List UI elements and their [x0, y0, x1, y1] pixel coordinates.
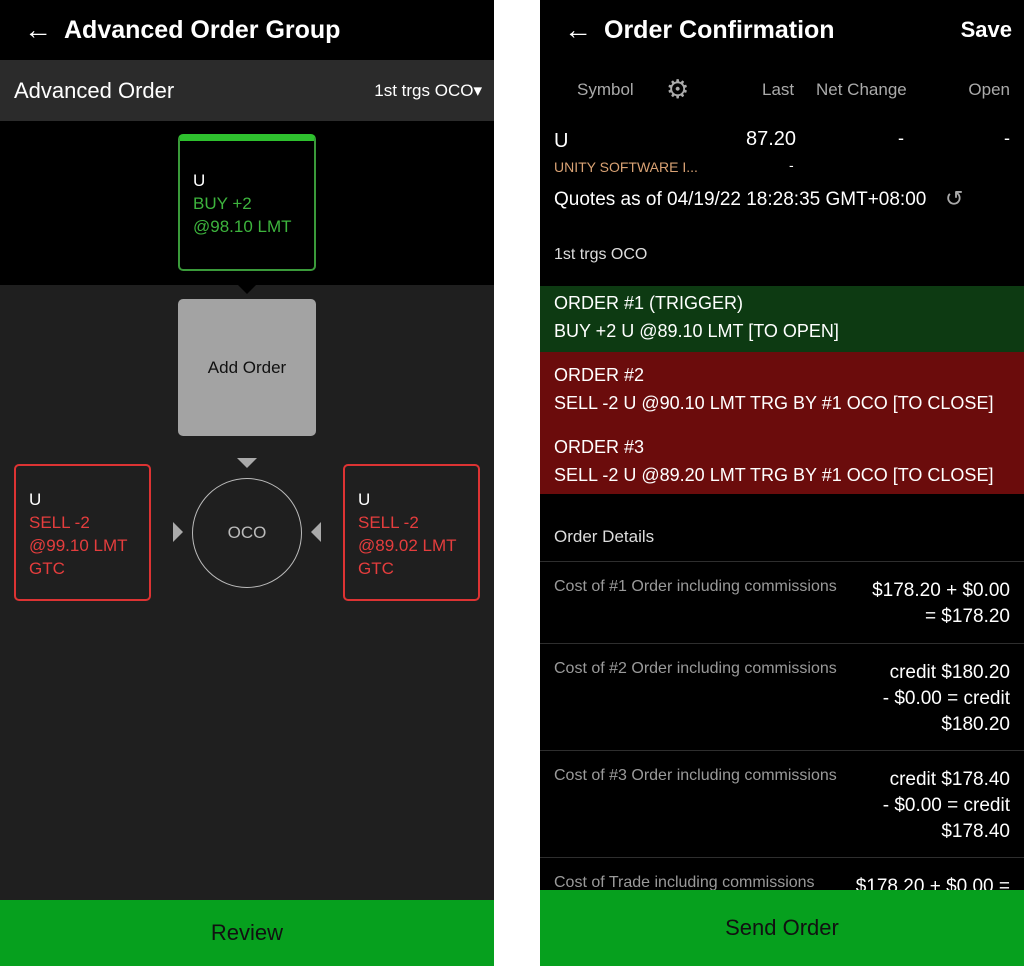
order-desc: SELL -2 U @90.10 LMT TRG BY #1 OCO [TO C…	[554, 393, 994, 413]
oco-order-card-left[interactable]: U SELL -2 @99.10 LMT GTC	[14, 464, 151, 601]
send-order-label: Send Order	[725, 915, 839, 940]
quote-symbol[interactable]: U	[554, 130, 568, 153]
card-tif: GTC	[29, 559, 65, 578]
add-order-button[interactable]: Add Order	[178, 299, 316, 436]
card-symbol: U	[358, 490, 371, 509]
cost-row-2: Cost of #2 Order including commissions c…	[540, 643, 1024, 750]
gear-icon[interactable]: ⚙	[666, 74, 689, 105]
card-action: SELL -2	[29, 513, 90, 532]
oco-circle: OCO	[192, 478, 302, 588]
oco-order-card-right[interactable]: U SELL -2 @89.02 LMT GTC	[343, 464, 480, 601]
cost-row-3: Cost of #3 Order including commissions c…	[540, 750, 1024, 857]
advanced-order-group-screen: ← Advanced Order Group Advanced Order 1s…	[0, 0, 494, 966]
card-symbol: U	[29, 490, 42, 509]
col-net-change: Net Change	[816, 80, 907, 99]
arrow-down-icon	[237, 458, 257, 468]
subheader: Advanced Order 1st trgs OCO▾	[0, 60, 494, 121]
review-label: Review	[210, 920, 284, 945]
order-details-label: Order Details	[554, 527, 655, 546]
pointer-icon	[238, 285, 256, 294]
cost-value: $178.20 + $0.00 = $178.20	[872, 580, 1010, 627]
trigger-order-card[interactable]: U BUY +2 @98.10 LMT	[178, 134, 316, 271]
save-button[interactable]: Save	[961, 17, 1012, 43]
company-name: UNITY SOFTWARE I...	[554, 159, 698, 175]
quote-last-sub: -	[789, 157, 794, 173]
order-type-dropdown[interactable]: 1st trgs OCO▾	[374, 81, 482, 101]
header: ← Advanced Order Group	[0, 0, 494, 60]
card-price: @98.10 LMT	[193, 217, 292, 236]
group-type-label: 1st trgs OCO	[554, 246, 648, 263]
col-open: Open	[968, 80, 1010, 99]
quote-net-change: -	[898, 128, 904, 148]
card-tif: GTC	[358, 559, 394, 578]
add-order-label: Add Order	[207, 357, 287, 377]
order-desc: BUY +2 U @89.10 LMT [TO OPEN]	[554, 321, 839, 341]
cost-value: credit $180.20 - $0.00 = credit $180.20	[882, 662, 1010, 735]
card-action: BUY +2	[193, 194, 252, 213]
order-row-1: ORDER #1 (TRIGGER) BUY +2 U @89.10 LMT […	[540, 286, 1024, 352]
order-row-2: ORDER #2 SELL -2 U @90.10 LMT TRG BY #1 …	[540, 352, 1024, 494]
arrow-right-icon	[173, 522, 183, 542]
caret-down-icon: ▾	[473, 80, 482, 100]
refresh-icon[interactable]: ↺	[945, 186, 963, 212]
col-symbol: Symbol	[577, 80, 634, 99]
quote-open: -	[1004, 128, 1010, 148]
card-price: @99.10 LMT	[29, 536, 128, 555]
back-arrow-icon[interactable]: ←	[24, 14, 64, 46]
arrow-left-icon	[311, 522, 321, 542]
back-arrow-icon[interactable]: ←	[564, 14, 604, 46]
quotes-timestamp: Quotes as of 04/19/22 18:28:35 GMT+08:00	[554, 189, 927, 210]
card-symbol: U	[193, 171, 206, 190]
header: ← Order Confirmation Save	[540, 0, 1024, 60]
quote-last: 87.20	[746, 128, 797, 150]
oco-label: OCO	[227, 523, 267, 542]
card-price: @89.02 LMT	[358, 536, 457, 555]
page-title: Order Confirmation	[604, 15, 835, 44]
card-action: SELL -2	[358, 513, 419, 532]
order-title: ORDER #2	[554, 365, 645, 385]
page-title: Advanced Order Group	[64, 15, 341, 44]
subheader-label: Advanced Order	[14, 77, 175, 103]
cost-label: Cost of #3 Order including commissions	[554, 767, 837, 784]
cost-label: Cost of #2 Order including commissions	[554, 660, 837, 677]
col-last: Last	[762, 80, 795, 99]
send-order-button[interactable]: Send Order	[540, 890, 1024, 966]
order-confirmation-screen: ← Order Confirmation Save Symbol ⚙ Last …	[540, 0, 1024, 966]
review-button[interactable]: Review	[0, 900, 494, 966]
order-title: ORDER #3	[554, 437, 645, 457]
cost-row-1: Cost of #1 Order including commissions $…	[540, 561, 1024, 643]
order-title: ORDER #1 (TRIGGER)	[554, 293, 744, 313]
order-desc: SELL -2 U @89.20 LMT TRG BY #1 OCO [TO C…	[554, 465, 994, 485]
cost-label: Cost of #1 Order including commissions	[554, 578, 837, 595]
cost-value: credit $178.40 - $0.00 = credit $178.40	[882, 769, 1010, 842]
dropdown-value: 1st trgs OCO	[374, 80, 474, 100]
